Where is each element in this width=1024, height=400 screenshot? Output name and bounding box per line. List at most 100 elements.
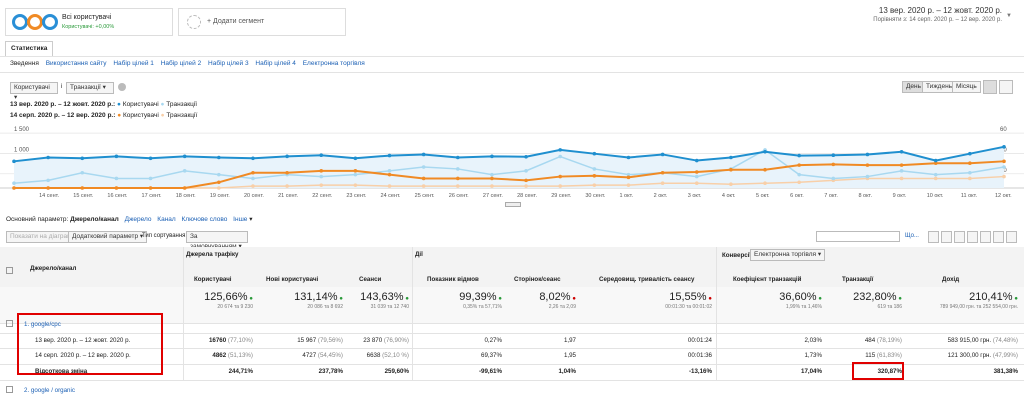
total-duration-down-icon: ● (708, 295, 712, 302)
view-table-icon[interactable] (928, 231, 939, 243)
col-source-medium[interactable]: Джерело/канал (30, 265, 76, 272)
sort-type-select[interactable]: За замовчуванням ▾ (186, 231, 248, 250)
series-point-3 (592, 183, 597, 187)
legend-period1: 13 вер. 2020 р. – 12 жовт. 2020 р.: ● Ко… (10, 101, 197, 108)
conversions-select-value: Електронна торгівля (754, 251, 817, 258)
x-tick-label: 10 окт. (927, 193, 944, 199)
x-tick-label: 3 окт. (688, 193, 702, 199)
series-point-2 (421, 176, 426, 181)
date-range-picker[interactable]: 13 вер. 2020 р. – 12 жовт. 2020 р. Порів… (873, 6, 1002, 23)
total-sessions: 143,63% (360, 291, 404, 303)
series-point-2 (763, 167, 767, 172)
subtab-goal4[interactable]: Набір цілей 4 (255, 60, 296, 67)
view-compare-icon[interactable] (967, 231, 978, 243)
subtab-goal1[interactable]: Набір цілей 1 (113, 60, 154, 67)
r2-users-pct: (51,13%) (227, 352, 253, 359)
row-checkbox[interactable] (6, 386, 13, 393)
table-row-google-organic[interactable]: 2. google / organic (24, 387, 75, 394)
total-new-users: 131,14% (294, 291, 338, 303)
total-tx-up-icon: ● (898, 295, 902, 302)
view-cloud-icon[interactable] (993, 231, 1004, 243)
sort-type-label: Тип сортування: (142, 233, 188, 239)
dim-medium[interactable]: Канал (157, 216, 175, 223)
chart-drag-handle[interactable] (505, 202, 521, 207)
x-tick-label: 23 сент. (346, 193, 366, 199)
segment-name: Всі користувачі (62, 14, 112, 21)
col-pages[interactable]: Сторінок/сеанс (514, 276, 561, 283)
series-point-2 (899, 163, 904, 167)
series-point-3 (217, 186, 221, 190)
series-point-2 (182, 186, 187, 190)
x-tick-label: 19 сент. (210, 193, 230, 199)
view-pivot-icon[interactable] (980, 231, 991, 243)
col-revenue[interactable]: Дохід (942, 276, 959, 283)
clear-metric-icon[interactable] (118, 83, 126, 91)
r2-new: 4727 (302, 352, 317, 359)
r1-tx-pct: (78,19%) (876, 337, 902, 344)
metric1-select[interactable]: Користувачі ▾ (10, 82, 58, 101)
total-users-sub: 20 674 та 9 230 (217, 304, 253, 310)
col-new-users[interactable]: Нові користувачі (266, 276, 318, 283)
subtab-goal3[interactable]: Набір цілей 3 (208, 60, 249, 67)
series-point-3 (660, 181, 665, 186)
add-segment-button[interactable]: + Додати сегмент (178, 8, 346, 36)
series-point-1 (455, 167, 460, 171)
r2-tx: 115 (865, 352, 876, 359)
col-sessions[interactable]: Сеанси (359, 276, 381, 283)
col-conv-rate[interactable]: Коефіцієнт транзакцій (733, 276, 801, 283)
date-range-main: 13 вер. 2020 р. – 12 жовт. 2020 р. (878, 6, 1002, 15)
dim-other[interactable]: Інше (233, 216, 247, 223)
advanced-search-link[interactable]: Що... (905, 233, 919, 239)
plot-rows-button[interactable]: Показати на діаграмі (6, 231, 78, 243)
series-point-1 (558, 154, 563, 159)
series-point-3 (968, 176, 972, 181)
r1-revenue: 583 915,00 грн. (947, 337, 992, 344)
row-name[interactable]: google / organic (31, 387, 75, 394)
series-point-1 (865, 174, 870, 179)
x-tick-label: 18 сент. (176, 193, 196, 199)
view-pie-icon[interactable] (941, 231, 952, 243)
series-point-3 (251, 184, 255, 188)
x-tick-label: 30 сент. (585, 193, 605, 199)
motion-chart-icon[interactable] (999, 80, 1013, 94)
segment-all-users[interactable]: Всі користувачі Користувачі: +0,00% (5, 8, 173, 36)
view-bar-icon[interactable] (954, 231, 965, 243)
line-chart-icon[interactable] (983, 80, 997, 94)
period-week-button[interactable]: Тиждень (922, 81, 957, 93)
secondary-dimension-select[interactable]: Додатковий параметр ▾ (68, 231, 148, 243)
subtab-ecommerce[interactable]: Електронна торгівля (303, 60, 365, 67)
conversions-select[interactable]: Електронна торгівля ▾ (750, 249, 826, 261)
select-all-checkbox[interactable] (6, 267, 13, 274)
subtab-site-usage[interactable]: Використання сайту (46, 60, 107, 67)
series-point-0 (865, 152, 870, 157)
total-users-up-icon: ● (249, 295, 253, 302)
subtab-goal2[interactable]: Набір цілей 2 (161, 60, 202, 67)
dim-source[interactable]: Джерело (125, 216, 152, 223)
view-extra-icon[interactable] (1006, 231, 1017, 243)
tab-statistics[interactable]: Статистика (5, 41, 54, 56)
series-point-3 (455, 184, 460, 188)
dim-source-medium[interactable]: Джерело/канал (70, 216, 119, 223)
period-month-button[interactable]: Місяць (952, 81, 981, 93)
series-point-1 (1002, 165, 1006, 169)
metric2-select[interactable]: Транзакції ▾ (66, 82, 114, 94)
row-checkbox[interactable] (6, 320, 13, 327)
chg-users: 244,71% (228, 368, 253, 375)
table-search-input[interactable] (816, 231, 900, 242)
date-dropdown-icon[interactable]: ▼ (1006, 13, 1012, 19)
total-pages-sub: 2,26 та 2,09 (548, 304, 576, 310)
line-chart: 1 500601 000405002014 сент.15 сент.16 се… (0, 127, 1024, 199)
series-point-0 (114, 154, 119, 159)
series-point-3 (729, 182, 733, 186)
col-duration[interactable]: Середовищ. тривалість сеансу (599, 276, 694, 283)
col-users[interactable]: Користувачі (194, 276, 232, 283)
series-point-0 (899, 149, 904, 154)
series-point-2 (455, 176, 460, 181)
dim-keyword[interactable]: Ключове слово (182, 216, 228, 223)
col-transactions[interactable]: Транзакції (842, 276, 873, 283)
chg-revenue: 381,38% (993, 368, 1018, 375)
subtab-overview[interactable]: Зведення (10, 60, 39, 67)
col-bounce[interactable]: Показник відмов (427, 276, 479, 283)
series-point-1 (46, 178, 50, 183)
series-point-0 (421, 152, 426, 157)
